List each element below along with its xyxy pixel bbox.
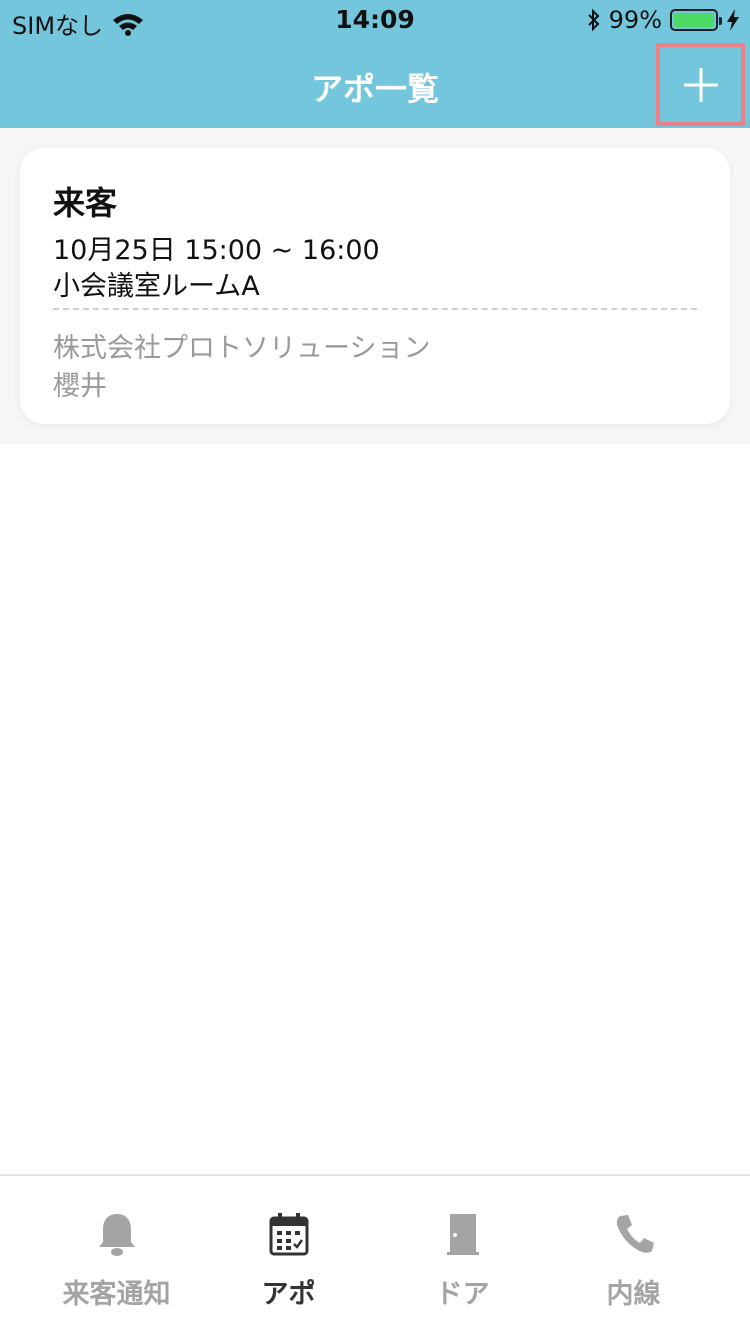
appointment-card[interactable]: 来客 10月25日 15:00 ~ 16:00 小会議室ルームA 株式会社プロト…: [20, 148, 730, 424]
card-divider: [53, 308, 697, 310]
visitor-company: 株式会社プロトソリューション: [53, 333, 431, 364]
tab-extension[interactable]: 内線: [540, 1176, 727, 1336]
page-title: アポ一覧: [310, 70, 439, 108]
tab-label: アポ: [261, 1279, 316, 1310]
battery-icon: [670, 9, 722, 31]
visitor-name: 櫻井: [53, 371, 107, 402]
door-icon: [446, 1214, 479, 1255]
charging-icon: [727, 9, 739, 31]
bluetooth-icon: [587, 8, 600, 32]
tab-label: 内線: [606, 1279, 661, 1310]
appointment-list: 来客 10月25日 15:00 ~ 16:00 小会議室ルームA 株式会社プロト…: [0, 128, 750, 444]
battery-cap: [719, 17, 722, 25]
plus-icon: [683, 67, 718, 102]
bell-icon: [98, 1214, 135, 1256]
add-appointment-button[interactable]: [656, 43, 745, 126]
appointment-type: 来客: [53, 184, 118, 222]
calendar-icon: [269, 1213, 308, 1256]
battery-percent: 99%: [608, 6, 662, 34]
appointment-room: 小会議室ルームA: [53, 271, 260, 302]
tab-label: 来客通知: [62, 1279, 171, 1310]
status-right: 99%: [587, 6, 740, 34]
phone-icon: [616, 1215, 654, 1253]
tab-bar: 来客通知 アポ ドア 内線: [0, 1174, 750, 1334]
status-bar: SIMなし 14:09 99%: [0, 0, 750, 40]
tab-label: ドア: [435, 1279, 490, 1310]
tab-appointments[interactable]: アポ: [195, 1176, 382, 1336]
header-bar: SIMなし 14:09 99% アポ一覧: [0, 0, 750, 128]
tab-door[interactable]: ドア: [369, 1176, 556, 1336]
appointment-datetime: 10月25日 15:00 ~ 16:00: [53, 235, 380, 266]
battery-level: [674, 13, 714, 27]
tab-visitor-notice[interactable]: 来客通知: [23, 1176, 210, 1336]
